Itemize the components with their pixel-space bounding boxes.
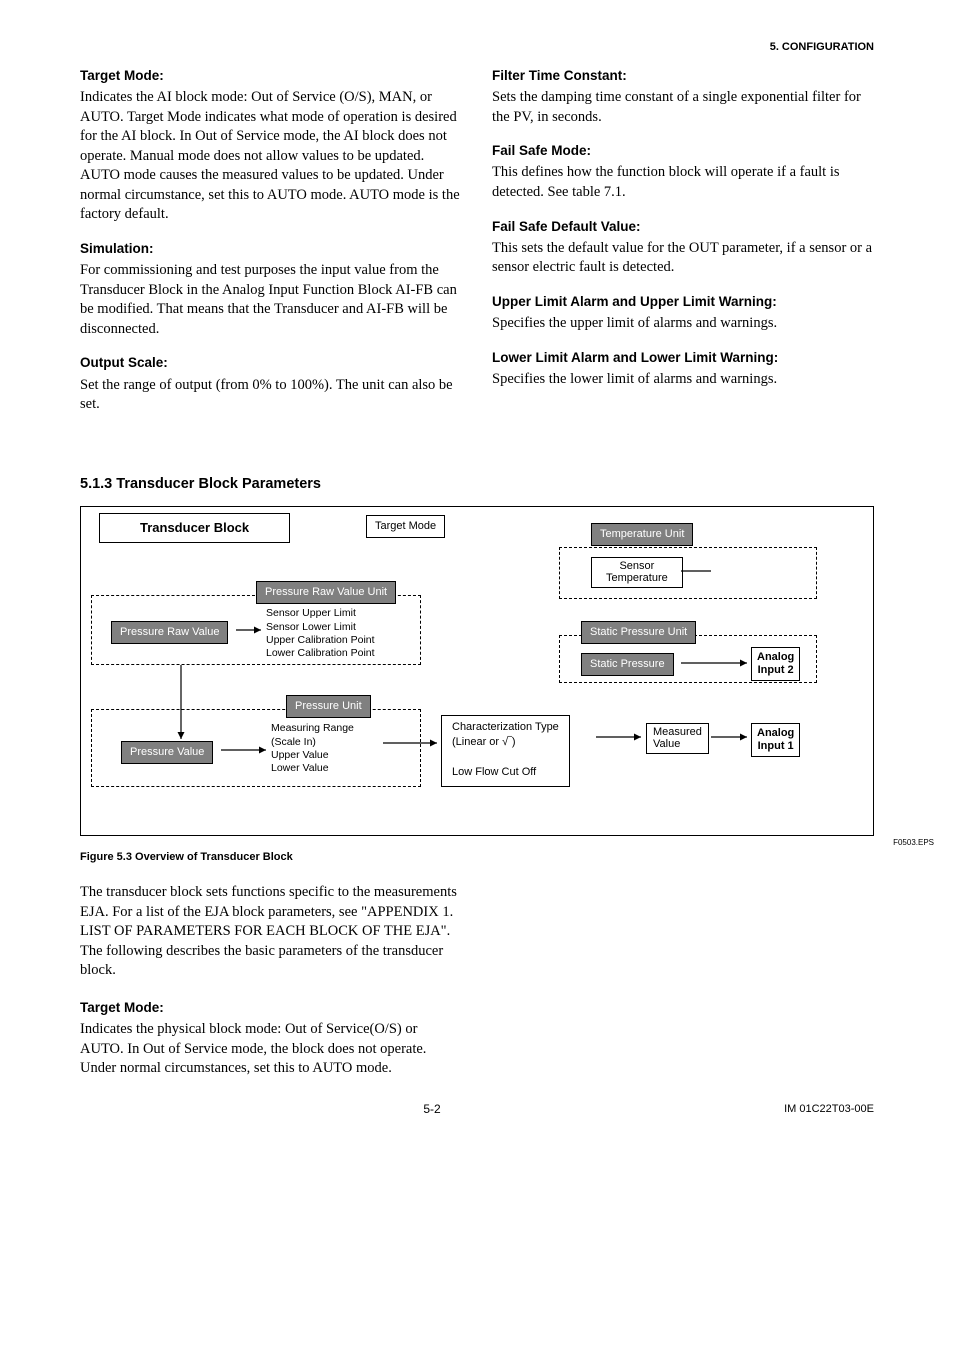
lower-limit-body: Specifies the lower limit of alarms and … <box>492 370 874 390</box>
prv-box: Pressure Raw Value <box>111 621 228 644</box>
static-pressure-box: Static Pressure <box>581 653 674 676</box>
limits-l4: Lower Calibration Point <box>266 647 375 659</box>
sensor-temp-l2: Temperature <box>606 572 668 584</box>
fail-safe-default-title: Fail Safe Default Value: <box>492 218 874 236</box>
characterization-box: Characterization Type (Linear or √‾) Low… <box>441 715 570 786</box>
diagram-wrapper: Transducer Block Target Mode Temperature… <box>80 506 874 836</box>
char-l3: Low Flow Cut Off <box>452 766 536 778</box>
footer-doc-id: IM 01C22T03-00E <box>784 1102 874 1117</box>
measuring-range-text: Measuring Range (Scale In) Upper Value L… <box>271 722 354 775</box>
analog-input-1-box: Analog Input 1 <box>751 723 800 756</box>
measured-l1: Measured <box>653 726 702 738</box>
diagram-title-box: Transducer Block <box>99 513 290 543</box>
ai1-l1: Analog <box>757 727 794 739</box>
ai2-l2: Input 2 <box>758 664 794 676</box>
header-section: 5. CONFIGURATION <box>80 40 874 55</box>
eps-label: F0503.EPS <box>893 838 934 849</box>
pressure-value-box: Pressure Value <box>121 741 213 764</box>
prv-unit-box: Pressure Raw Value Unit <box>256 581 396 604</box>
output-scale-title: Output Scale: <box>80 354 462 372</box>
footer-page: 5-2 <box>423 1101 440 1117</box>
lower-limit-title: Lower Limit Alarm and Lower Limit Warnin… <box>492 349 874 367</box>
filter-title: Filter Time Constant: <box>492 67 874 85</box>
td-target-mode-title: Target Mode: <box>80 999 461 1017</box>
pressure-unit-box: Pressure Unit <box>286 695 371 718</box>
page-footer: 5-2 IM 01C22T03-00E <box>80 1101 874 1117</box>
temperature-unit-box: Temperature Unit <box>591 523 693 546</box>
transducer-intro-body: The transducer block sets functions spec… <box>80 883 461 981</box>
two-column-layout: Target Mode: Indicates the AI block mode… <box>80 67 874 430</box>
mr-l1: Measuring Range <box>271 722 354 734</box>
simulation-body: For commissioning and test purposes the … <box>80 261 462 339</box>
right-column: Filter Time Constant: Sets the damping t… <box>492 67 874 430</box>
ai2-l1: Analog <box>757 651 794 663</box>
measured-l2: Value <box>653 738 680 750</box>
transducer-diagram: Transducer Block Target Mode Temperature… <box>80 506 874 836</box>
fail-safe-mode-title: Fail Safe Mode: <box>492 142 874 160</box>
ai1-l2: Input 1 <box>758 740 794 752</box>
limits-l1: Sensor Upper Limit <box>266 607 356 619</box>
limits-l3: Upper Calibration Point <box>266 634 375 646</box>
mr-l4: Lower Value <box>271 762 329 774</box>
fail-safe-default-body: This sets the default value for the OUT … <box>492 239 874 278</box>
mr-l2: (Scale In) <box>271 736 316 748</box>
td-target-mode-body: Indicates the physical block mode: Out o… <box>80 1020 461 1079</box>
target-mode-title: Target Mode: <box>80 67 462 85</box>
limits-l2: Sensor Lower Limit <box>266 621 356 633</box>
after-diagram-col: The transducer block sets functions spec… <box>80 883 461 1079</box>
upper-limit-body: Specifies the upper limit of alarms and … <box>492 314 874 334</box>
sensor-temp-l1: Sensor <box>619 560 654 572</box>
left-column: Target Mode: Indicates the AI block mode… <box>80 67 462 430</box>
target-mode-box: Target Mode <box>366 515 445 538</box>
analog-input-2-box: Analog Input 2 <box>751 647 800 680</box>
mr-l3: Upper Value <box>271 749 329 761</box>
section-513-title: 5.1.3 Transducer Block Parameters <box>80 475 874 495</box>
output-scale-body: Set the range of output (from 0% to 100%… <box>80 376 462 415</box>
char-l2: (Linear or √‾) <box>452 736 516 748</box>
simulation-title: Simulation: <box>80 240 462 258</box>
sp-unit-box: Static Pressure Unit <box>581 621 696 644</box>
upper-limit-title: Upper Limit Alarm and Upper Limit Warnin… <box>492 293 874 311</box>
sensor-temperature-box: Sensor Temperature <box>591 557 683 587</box>
measured-value-box: Measured Value <box>646 723 709 753</box>
target-mode-body: Indicates the AI block mode: Out of Serv… <box>80 88 462 225</box>
char-l1: Characterization Type <box>452 721 559 733</box>
sensor-limits-text: Sensor Upper Limit Sensor Lower Limit Up… <box>266 607 375 660</box>
figure-caption: Figure 5.3 Overview of Transducer Block <box>80 850 874 865</box>
fail-safe-mode-body: This defines how the function block will… <box>492 163 874 202</box>
filter-body: Sets the damping time constant of a sing… <box>492 88 874 127</box>
